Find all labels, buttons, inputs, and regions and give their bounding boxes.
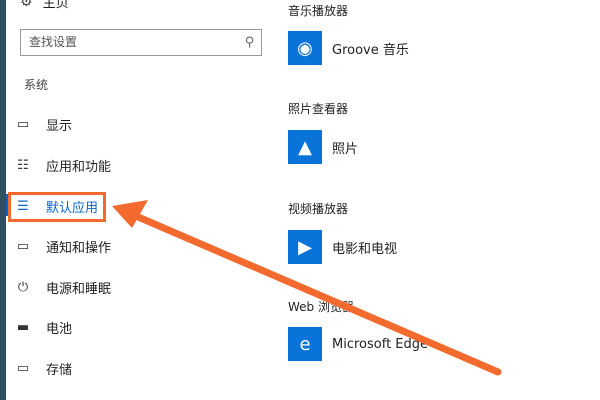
annotation-arrow bbox=[112, 200, 502, 376]
arrow-shaft bbox=[118, 206, 502, 376]
arrow-head bbox=[112, 200, 148, 228]
